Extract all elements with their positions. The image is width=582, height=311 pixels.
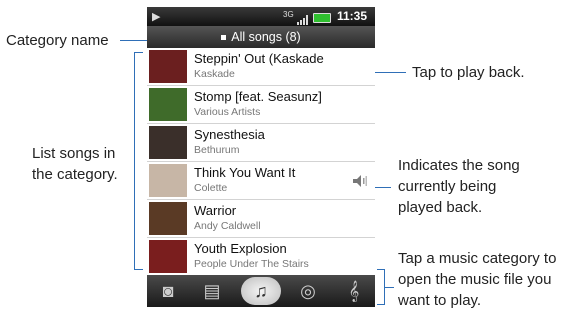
- callout-list-songs-line1: List songs in: [32, 145, 116, 162]
- song-title: Steppin' Out (Kaskade: [194, 51, 324, 66]
- music-note-icon: ♫: [254, 281, 268, 301]
- album-art: [149, 240, 187, 273]
- song-row[interactable]: Stomp [feat. Seasunz] Various Artists: [147, 86, 375, 124]
- tab-bracket-bottom: [377, 304, 385, 305]
- song-title: Warrior: [194, 203, 237, 218]
- category-name: All songs (8): [231, 30, 301, 44]
- song-artist: Bethurum: [194, 144, 240, 156]
- song-artist: Various Artists: [194, 106, 261, 118]
- category-tab-bar: ◙ ▤ ♫ ◎ 𝄞: [147, 275, 375, 307]
- album-art: [149, 164, 187, 197]
- callout-tap-play: Tap to play back.: [412, 64, 525, 81]
- tab-songs[interactable]: ♫: [241, 277, 281, 305]
- signal-icon: [297, 12, 309, 25]
- song-row[interactable]: Synesthesia Bethurum: [147, 124, 375, 162]
- network-type: 3G: [283, 10, 294, 19]
- tab-bracket-top: [377, 269, 385, 270]
- callout-tap-category-line1: Tap a music category to: [398, 250, 557, 267]
- callout-indicates-line1: Indicates the song: [398, 157, 520, 174]
- album-art: [149, 202, 187, 235]
- song-list[interactable]: Steppin' Out (Kaskade Kaskade Stomp [fea…: [147, 48, 375, 275]
- tab-genres[interactable]: 𝄞: [335, 277, 373, 305]
- album-art: [149, 50, 187, 83]
- speaker-box-icon: ◙: [162, 281, 174, 301]
- song-title: Youth Explosion: [194, 241, 287, 256]
- callout-line-indicates: [375, 187, 391, 188]
- song-artist: Colette: [194, 182, 228, 194]
- list-bracket-bottom: [134, 269, 143, 270]
- callout-indicates-line3: played back.: [398, 199, 483, 216]
- category-indicator-icon: [221, 35, 227, 41]
- disc-icon: ◎: [300, 281, 316, 301]
- status-bar: ▶ 3G 11:35: [147, 7, 375, 26]
- tab-artists[interactable]: ◙: [149, 277, 187, 305]
- song-artist: Kaskade: [194, 68, 235, 80]
- callout-tap-category-line2: open the music file you: [398, 271, 552, 288]
- tab-albums[interactable]: ▤: [193, 277, 231, 305]
- list-bracket-vertical: [134, 52, 135, 270]
- album-art: [149, 126, 187, 159]
- song-row[interactable]: Steppin' Out (Kaskade Kaskade: [147, 48, 375, 86]
- album-play-icon: ▤: [203, 281, 221, 301]
- song-row[interactable]: Warrior Andy Caldwell: [147, 200, 375, 238]
- song-artist: Andy Caldwell: [194, 220, 261, 232]
- list-bracket-top: [134, 52, 143, 53]
- callout-list-songs-line2: the category.: [32, 166, 118, 183]
- song-row-playing[interactable]: Think You Want It Colette: [147, 162, 375, 200]
- callout-category-name: Category name: [6, 32, 109, 49]
- play-indicator-icon: ▶: [152, 11, 161, 23]
- album-art: [149, 88, 187, 121]
- song-title: Stomp [feat. Seasunz]: [194, 89, 322, 104]
- phone-screen: ▶ 3G 11:35 All songs (8) Steppin' Out (K…: [147, 7, 375, 307]
- tab-playlists[interactable]: ◎: [289, 277, 327, 305]
- status-time: 11:35: [337, 9, 368, 23]
- now-playing-speaker-icon: [353, 174, 367, 192]
- battery-icon: [313, 13, 331, 23]
- treble-clef-icon: 𝄞: [348, 281, 360, 301]
- category-name-bar: All songs (8): [147, 26, 375, 48]
- song-title: Synesthesia: [194, 127, 265, 142]
- song-artist: People Under The Stairs: [194, 258, 309, 270]
- song-title: Think You Want It: [194, 165, 296, 180]
- callout-indicates-line2: currently being: [398, 178, 497, 195]
- callout-tap-category-line3: want to play.: [398, 292, 482, 309]
- tab-bracket-arm: [384, 287, 394, 288]
- song-row[interactable]: Youth Explosion People Under The Stairs: [147, 238, 375, 275]
